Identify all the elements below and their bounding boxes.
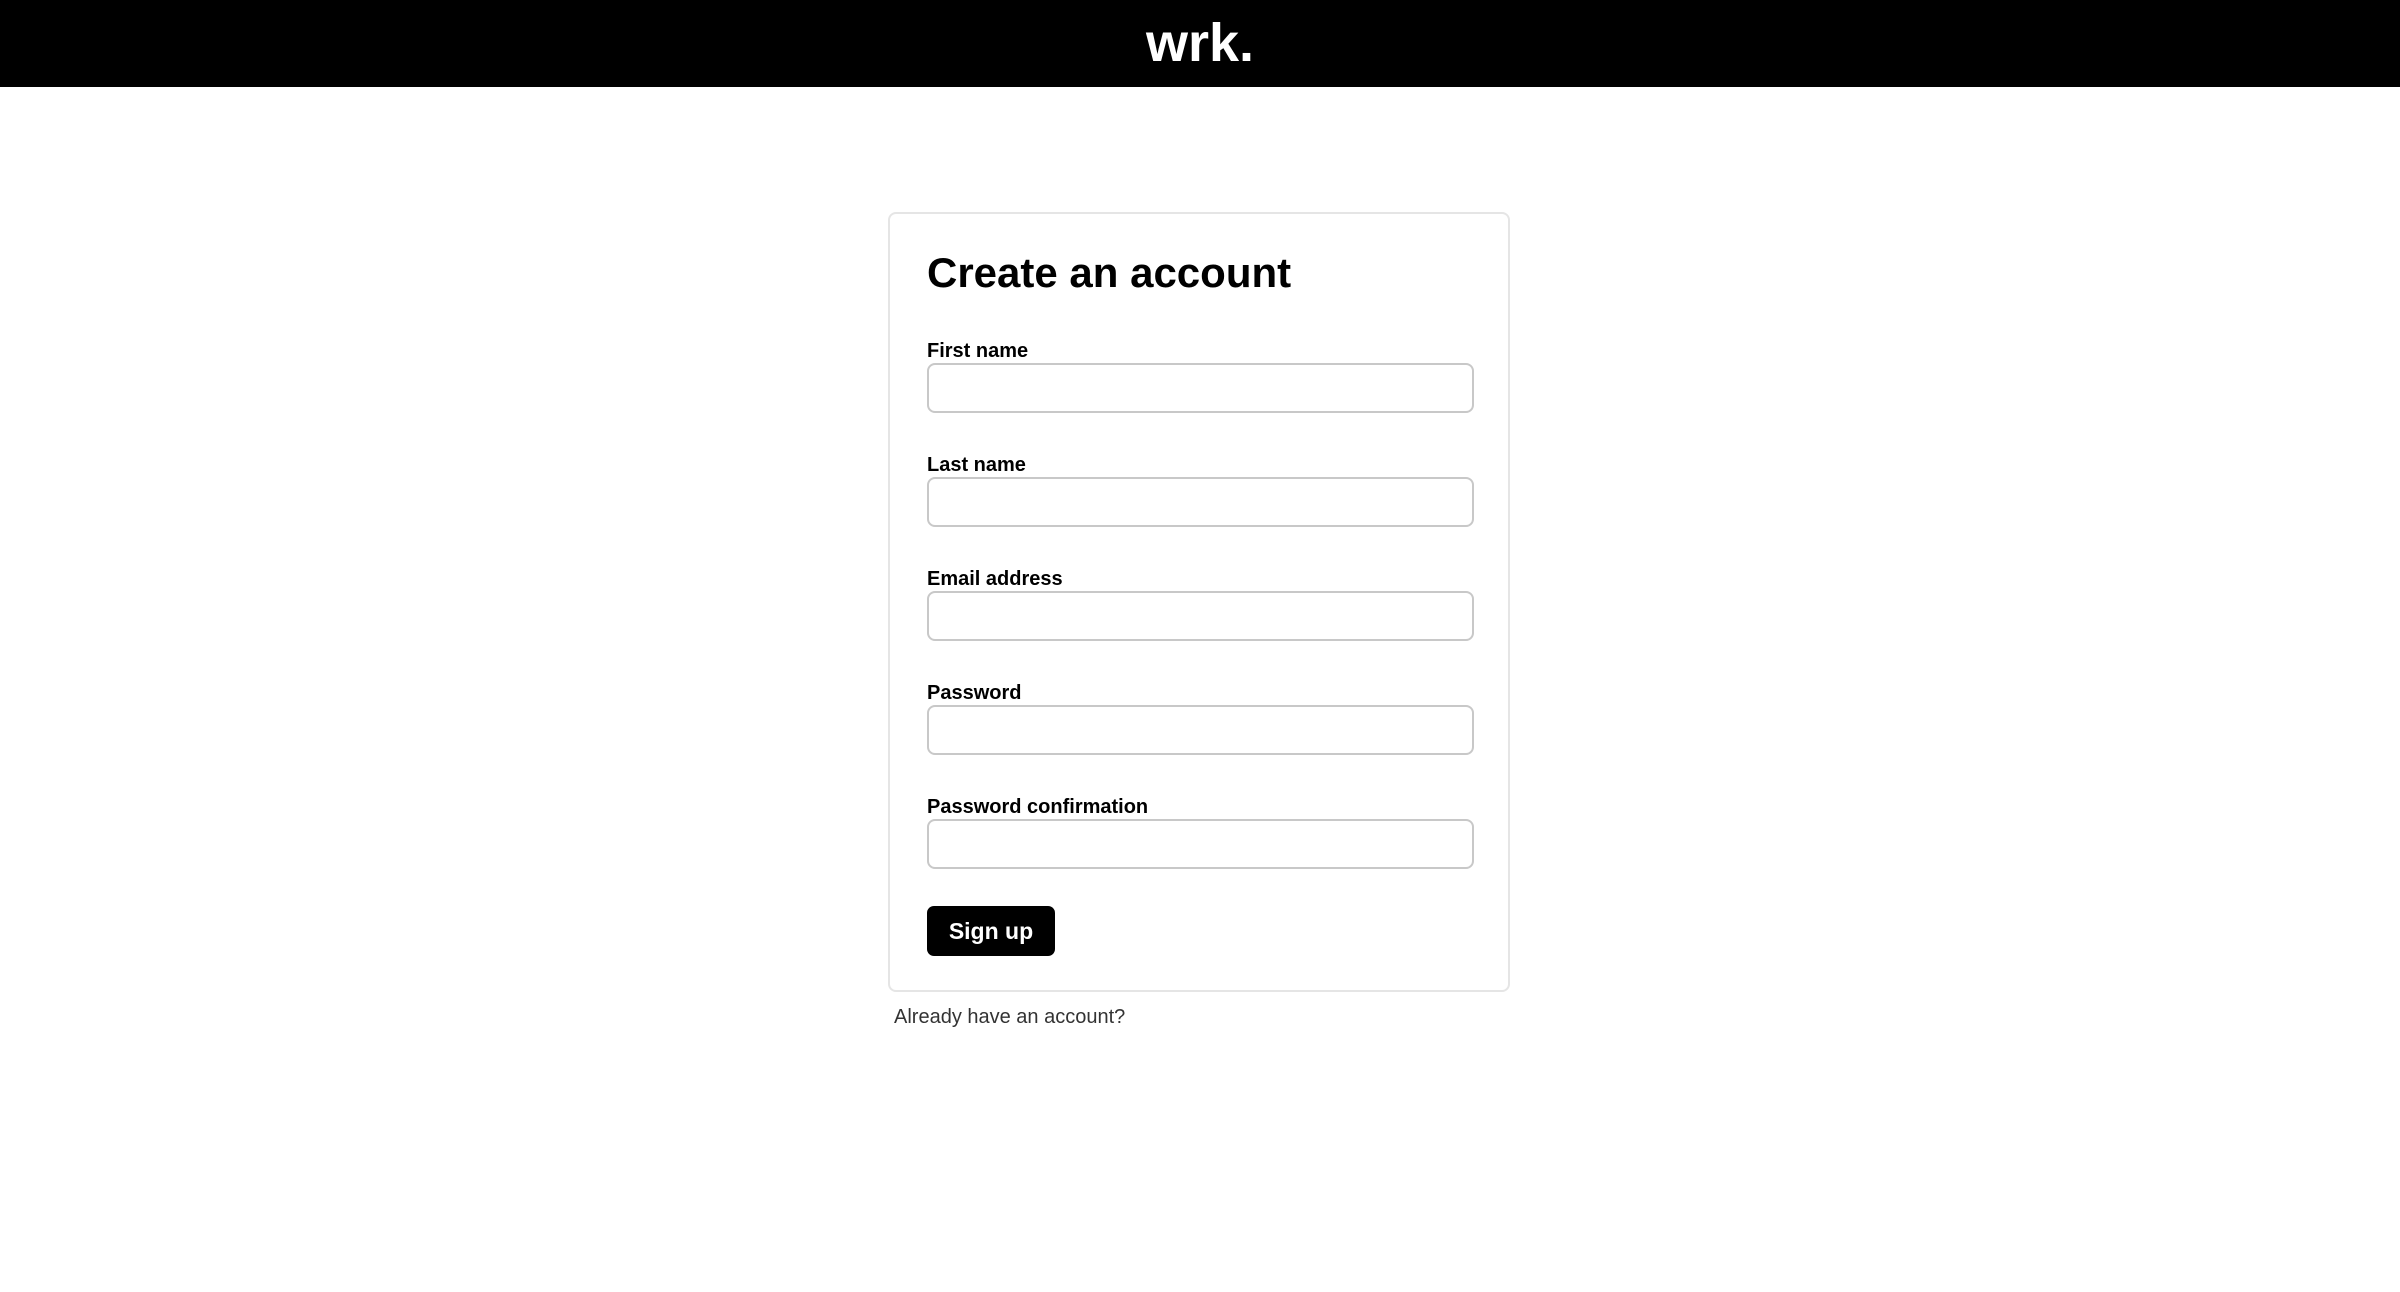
last-name-label: Last name	[927, 454, 1026, 476]
password-confirmation-input[interactable]	[927, 819, 1474, 869]
password-confirmation-label: Password confirmation	[927, 796, 1149, 818]
password-input[interactable]	[927, 705, 1474, 755]
last-name-input[interactable]	[927, 477, 1474, 527]
page-title: Create an account	[927, 249, 1292, 296]
signup-card: Create an account First name Last name E…	[888, 212, 1510, 992]
password-label: Password	[927, 682, 1022, 704]
sign-up-button[interactable]: Sign up	[927, 906, 1055, 956]
email-address-label: Email address	[927, 568, 1063, 590]
email-address-input[interactable]	[927, 591, 1474, 641]
brand-logo[interactable]: wrk.	[1146, 16, 1254, 70]
first-name-label: First name	[927, 340, 1029, 362]
login-link[interactable]: Already have an account?	[894, 1007, 1125, 1027]
first-name-input[interactable]	[927, 363, 1474, 413]
top-navbar: wrk.	[0, 0, 2400, 87]
